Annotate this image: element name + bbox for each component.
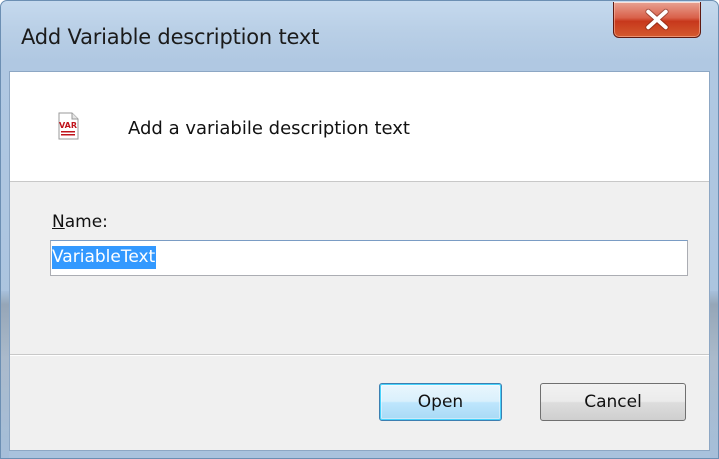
close-icon	[645, 8, 669, 31]
dialog-client-area: VAR Add a variabile description text Nam…	[9, 71, 710, 451]
frame-edge-left	[1, 291, 9, 458]
name-label-text: ame:	[64, 212, 108, 232]
dialog-window: Add Variable description text VAR Add a …	[0, 0, 719, 459]
cancel-button[interactable]: Cancel	[540, 383, 686, 421]
name-input-selected-text[interactable]: VariableText	[52, 246, 157, 269]
name-label-mnemonic: N	[52, 212, 65, 232]
window-title: Add Variable description text	[21, 25, 320, 49]
dialog-header: VAR Add a variabile description text	[10, 72, 709, 182]
frame-edge-right	[710, 291, 718, 458]
close-button[interactable]	[613, 2, 701, 38]
name-label: Name:	[52, 212, 108, 232]
dialog-description: Add a variabile description text	[128, 118, 410, 139]
var-file-icon: VAR	[58, 112, 79, 140]
button-area-divider	[10, 354, 709, 356]
open-button[interactable]: Open	[379, 383, 502, 421]
var-icon-text: VAR	[59, 121, 77, 130]
title-bar[interactable]: Add Variable description text	[1, 1, 718, 71]
